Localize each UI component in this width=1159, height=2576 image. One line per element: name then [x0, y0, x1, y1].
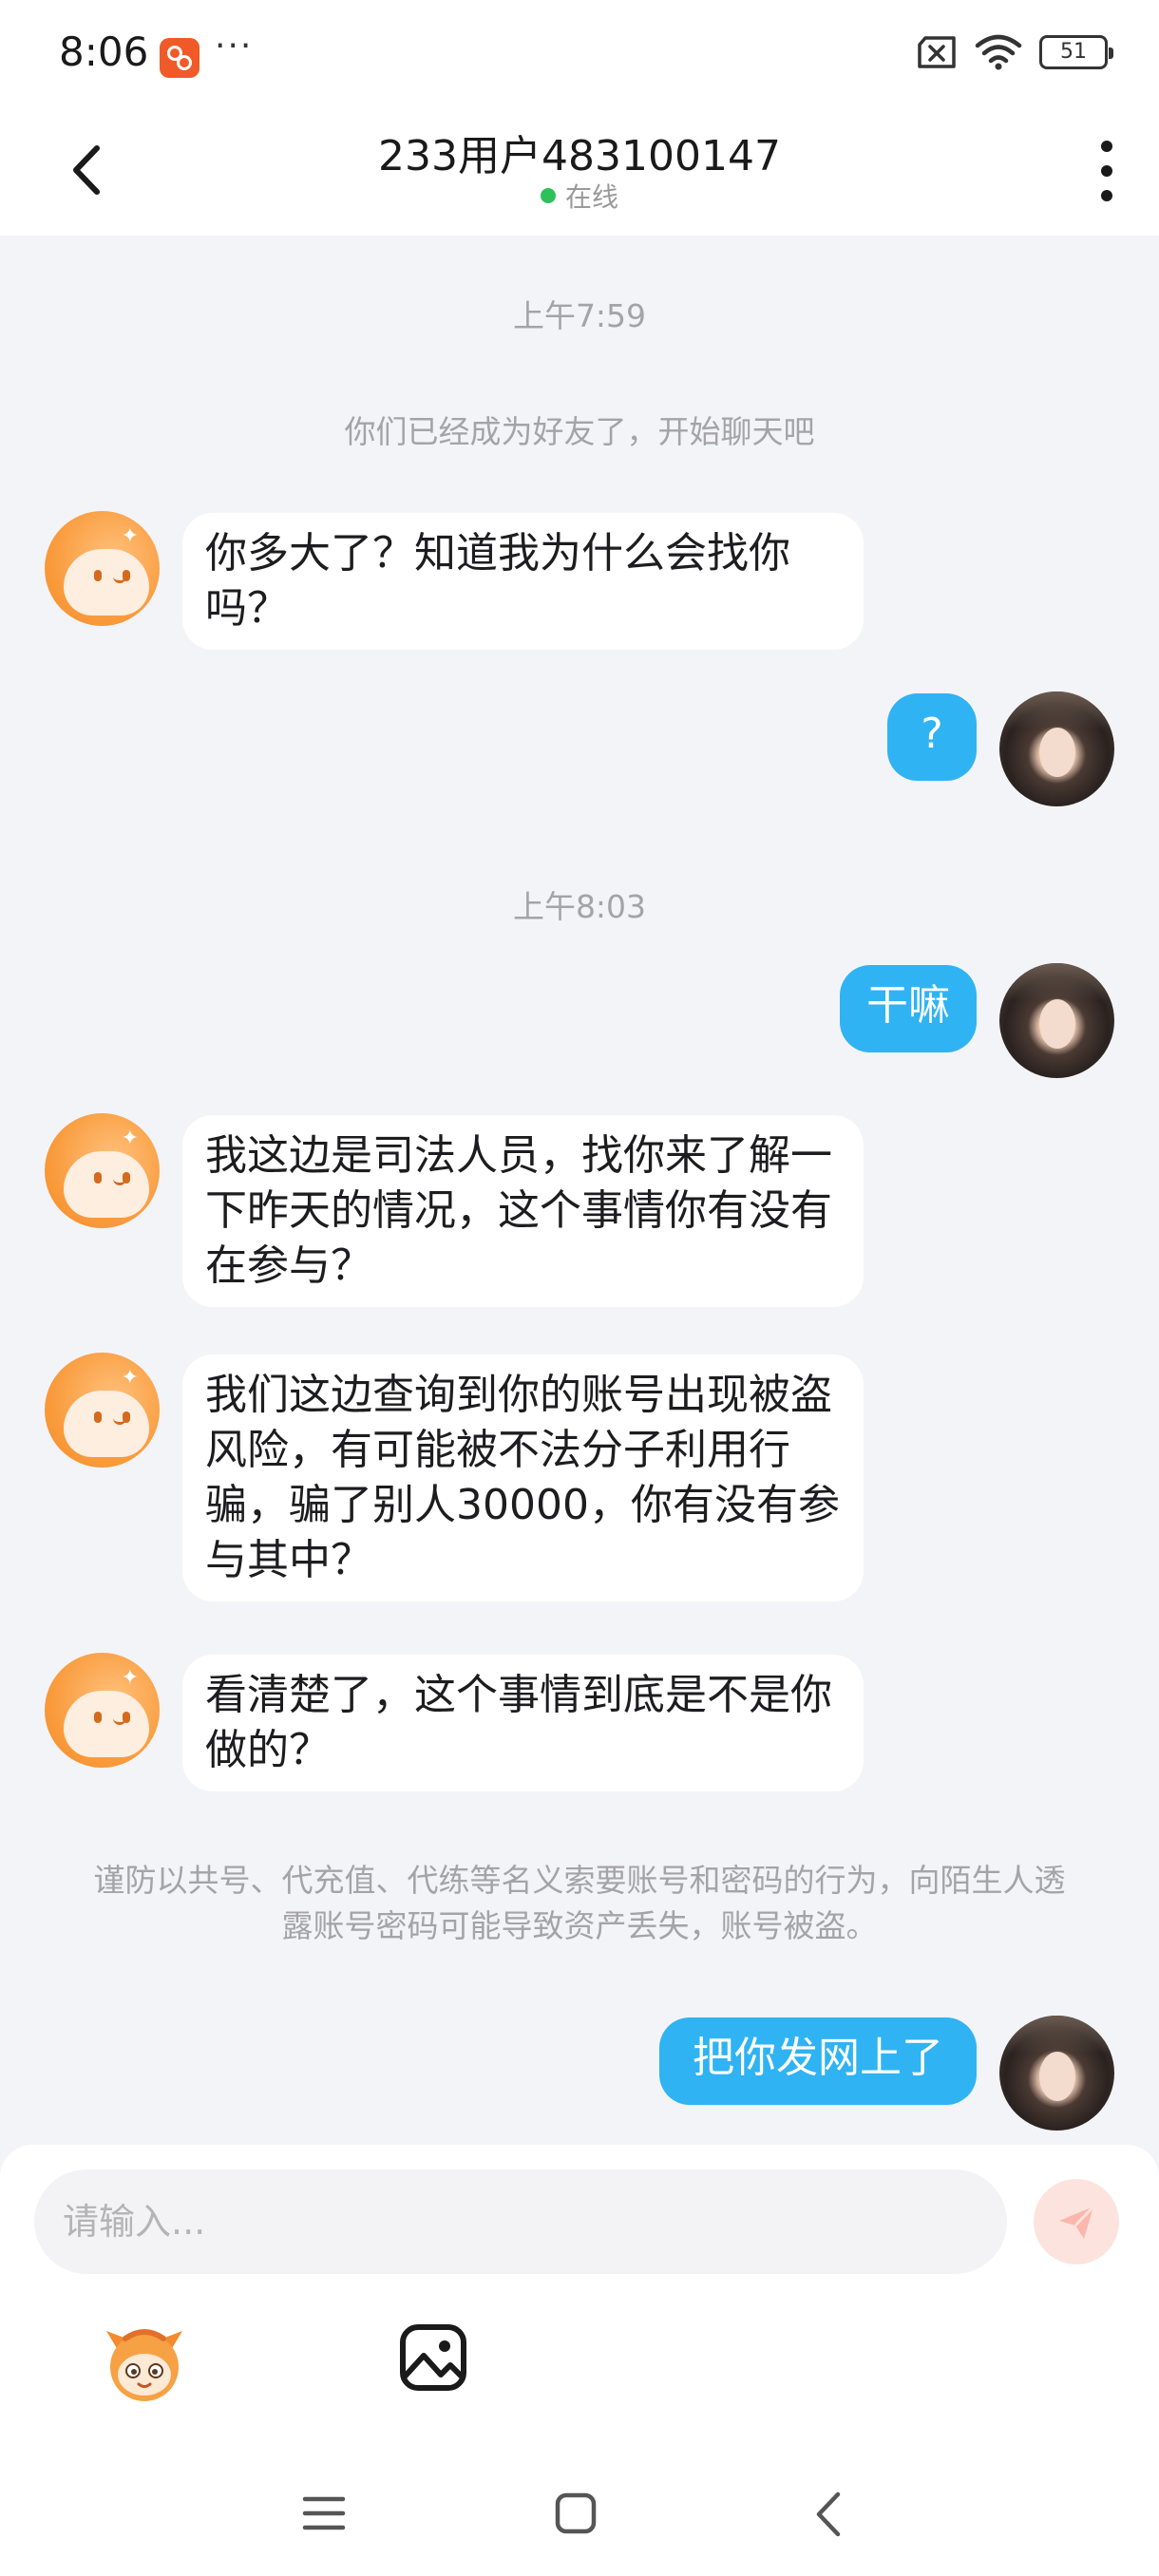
- contact-avatar[interactable]: ✦: [45, 1113, 160, 1228]
- send-button[interactable]: [1034, 2179, 1119, 2264]
- system-message: 你们已经成为好友了，开始聊天吧: [344, 413, 815, 450]
- wifi-icon: [975, 34, 1022, 70]
- user-avatar[interactable]: [999, 963, 1114, 1078]
- menu-icon[interactable]: [302, 2494, 346, 2532]
- app-notification-icon: [160, 38, 200, 78]
- online-status: 在线: [0, 177, 1159, 215]
- chat-messages[interactable]: 上午7:59 你们已经成为好友了，开始聊天吧 ✦ 你多大了？知道我为什么会找你吗…: [0, 236, 1159, 2145]
- contact-name: 233用户483100147: [378, 132, 781, 180]
- user-avatar[interactable]: [999, 691, 1114, 806]
- outgoing-message-bubble[interactable]: ?: [887, 693, 977, 781]
- online-dot-icon: [540, 188, 556, 203]
- incoming-message-bubble[interactable]: 你多大了？知道我为什么会找你吗？: [182, 513, 864, 650]
- home-icon[interactable]: [555, 2492, 597, 2534]
- chat-header: 233用户483100147 在线: [0, 112, 1159, 236]
- contact-avatar[interactable]: ✦: [45, 1653, 160, 1768]
- safety-notice: 谨防以共号、代充值、代练等名义索要账号和密码的行为，向陌生人透露账号密码可能导致…: [93, 1862, 1066, 1944]
- timestamp: 上午7:59: [512, 297, 647, 334]
- outgoing-message-bubble[interactable]: 把你发网上了: [659, 2017, 977, 2105]
- timestamp: 上午8:03: [512, 888, 647, 925]
- incoming-message-bubble[interactable]: 看清楚了，这个事情到底是不是你做的？: [182, 1655, 864, 1791]
- back-icon[interactable]: [813, 2491, 842, 2538]
- system-nav-bar: [0, 2451, 1159, 2576]
- send-icon: [1059, 2205, 1095, 2239]
- more-vertical-icon[interactable]: [1092, 133, 1121, 209]
- contact-avatar[interactable]: ✦: [45, 1353, 160, 1468]
- incoming-message-bubble[interactable]: 我们这边查询到你的账号出现被盗风险，有可能被不法分子利用行骗，骗了别人30000…: [182, 1354, 864, 1601]
- more-notifications-indicator: ···: [215, 27, 254, 66]
- outgoing-message-bubble[interactable]: 干嘛: [840, 965, 977, 1052]
- online-status-label: 在线: [564, 181, 618, 213]
- status-time: 8:06: [59, 28, 149, 75]
- emoji-icon[interactable]: [99, 2318, 190, 2409]
- user-avatar[interactable]: [999, 2016, 1114, 2131]
- no-sim-icon: [918, 36, 956, 68]
- status-bar: 8:06 ··· 51: [0, 0, 1159, 112]
- contact-avatar[interactable]: ✦: [45, 511, 160, 626]
- incoming-message-bubble[interactable]: 我这边是司法人员，找你来了解一下昨天的情况，这个事情你有没有在参与？: [182, 1115, 864, 1307]
- message-input[interactable]: [34, 2169, 1007, 2274]
- status-icons: 51: [916, 34, 1113, 70]
- battery-indicator: 51: [1039, 35, 1113, 69]
- image-icon[interactable]: [397, 2321, 469, 2394]
